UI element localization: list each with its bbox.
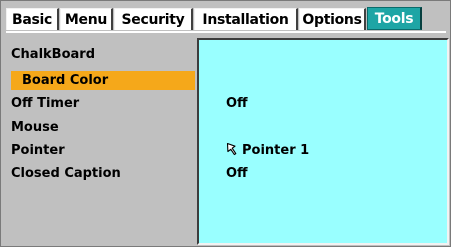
tab-tools[interactable]: Tools: [367, 7, 422, 30]
tab-installation[interactable]: Installation: [194, 8, 298, 30]
pointer-value-label: Pointer 1: [242, 143, 310, 158]
tab-divider: [6, 31, 446, 33]
tab-basic[interactable]: Basic: [6, 8, 59, 30]
menu-item-closed-caption[interactable]: Closed Caption: [11, 164, 121, 183]
tab-menu[interactable]: Menu: [60, 8, 113, 30]
off-timer-value[interactable]: Off: [226, 94, 248, 113]
menu-item-board-color[interactable]: Board Color: [11, 71, 195, 90]
menu-item-mouse[interactable]: Mouse: [11, 118, 59, 137]
menu-item-chalkboard[interactable]: ChalkBoard: [11, 45, 95, 64]
tab-security[interactable]: Security: [114, 8, 193, 30]
projector-menu-window: Basic Menu Security Installation Options…: [0, 0, 451, 247]
tab-bar: Basic Menu Security Installation Options…: [6, 7, 450, 31]
closed-caption-value[interactable]: Off: [226, 164, 248, 183]
arrow-cursor-icon: [226, 142, 237, 156]
menu-item-off-timer[interactable]: Off Timer: [11, 94, 79, 113]
tab-options[interactable]: Options: [299, 8, 366, 30]
pointer-value[interactable]: Pointer 1: [226, 141, 309, 160]
settings-panel: Off Pointer 1 Off: [197, 38, 449, 245]
menu-item-pointer[interactable]: Pointer: [11, 141, 65, 160]
